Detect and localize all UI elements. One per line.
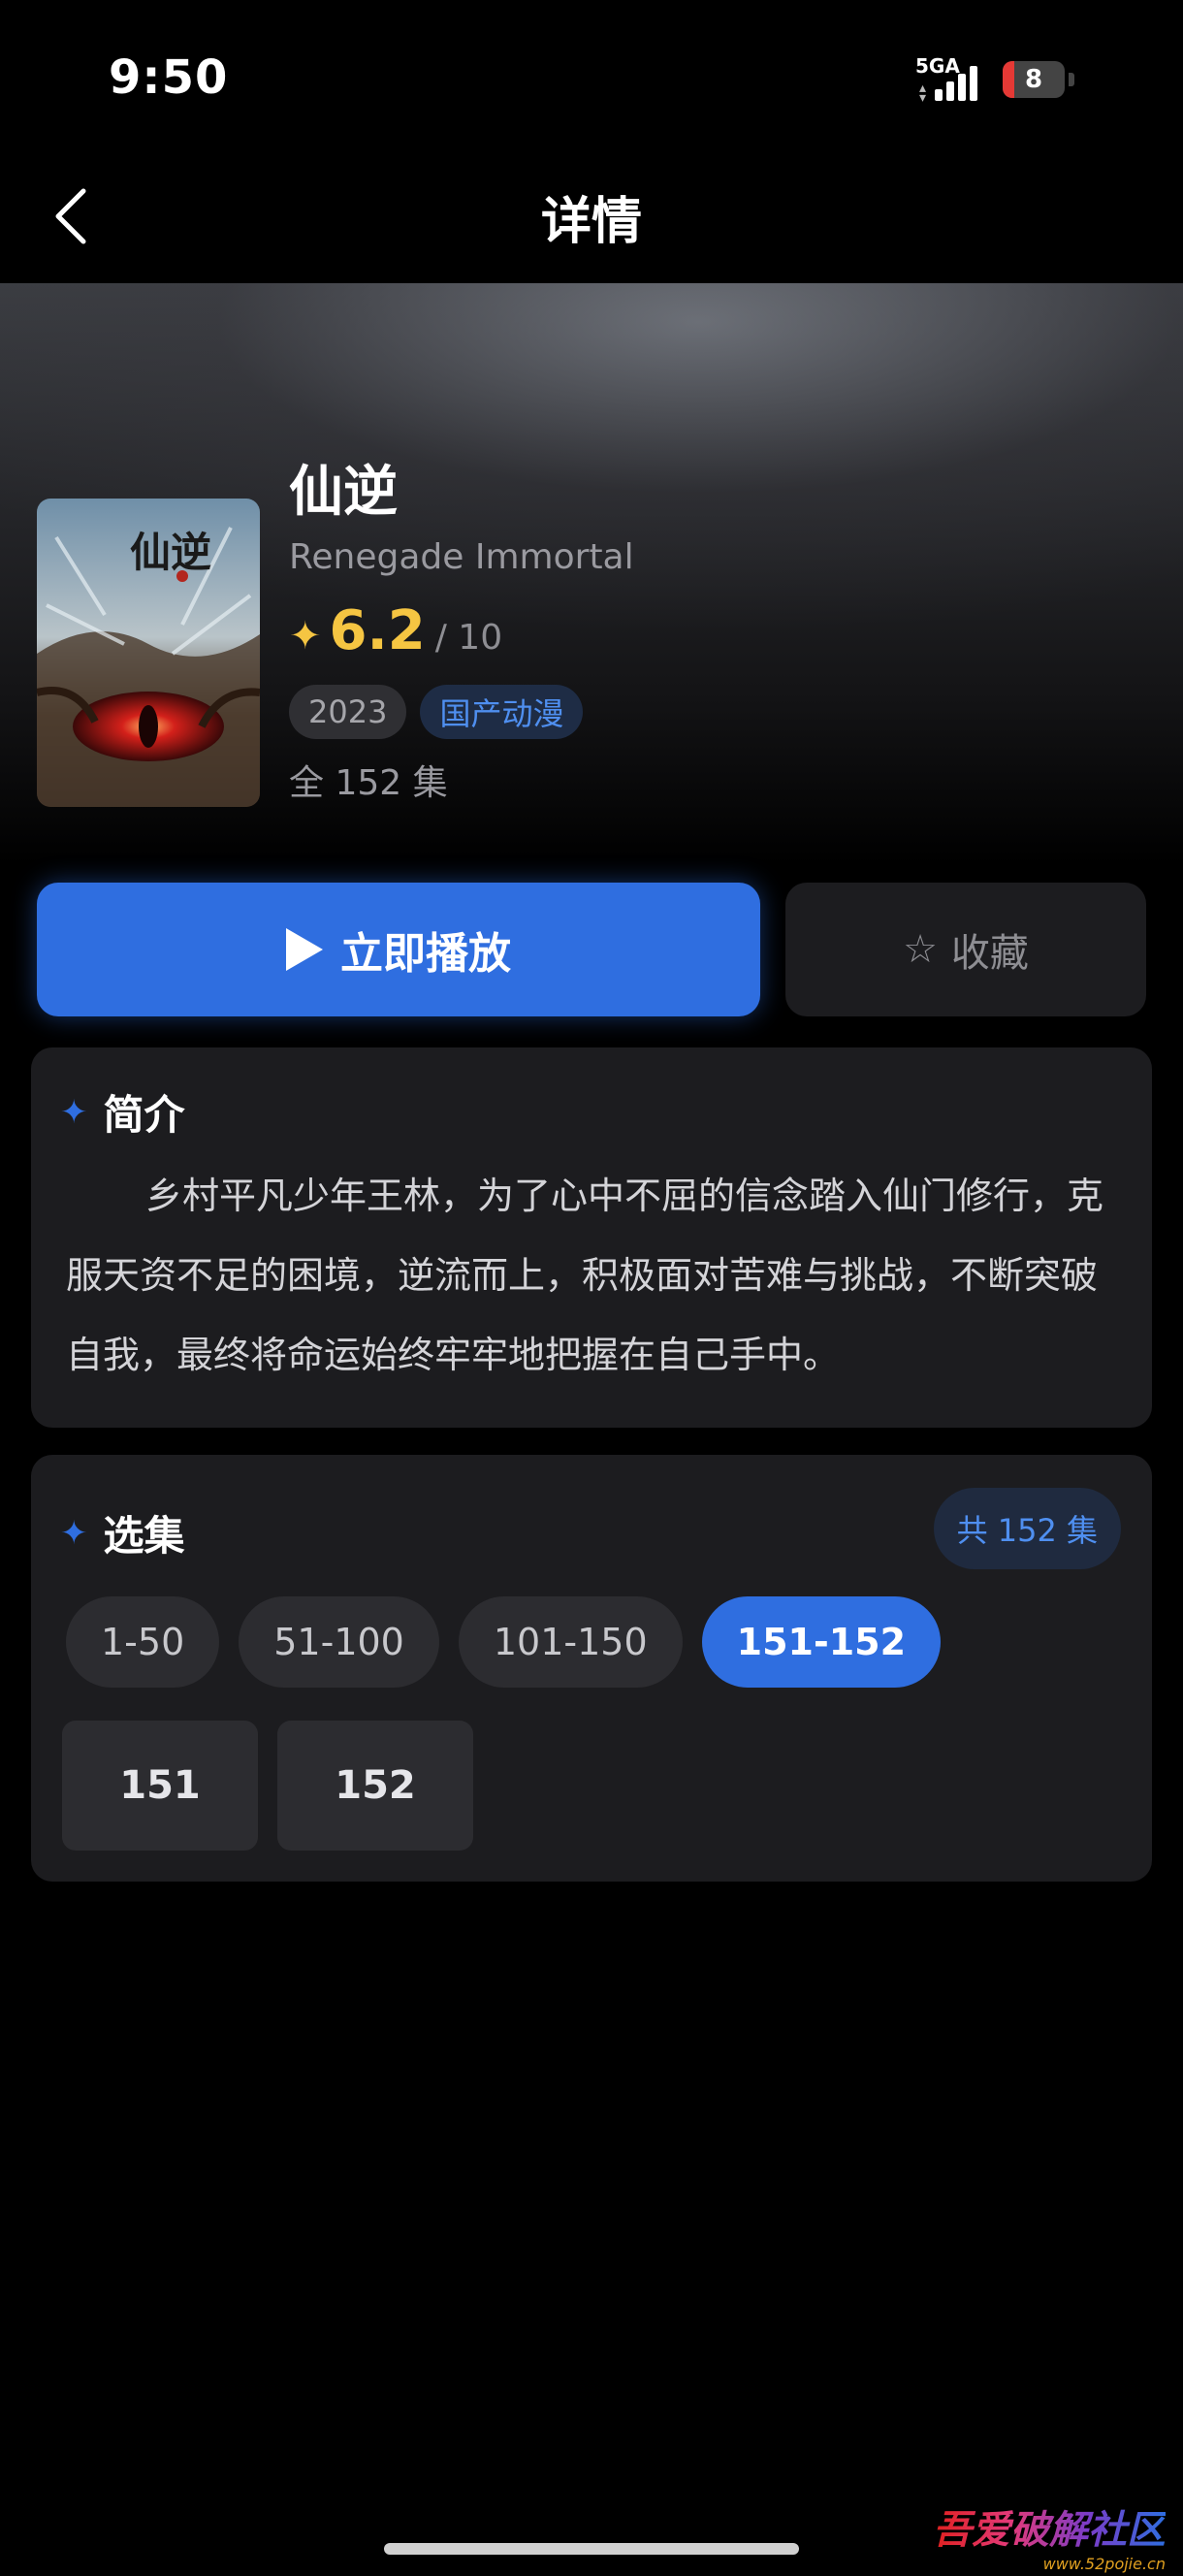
intro-heading: 简介 [103,1091,185,1139]
page-title: 详情 [540,193,642,251]
battery-tip [1069,73,1074,86]
home-indicator[interactable] [384,2543,799,2555]
rating: ✦ 6.2 / 10 [289,599,502,662]
rating-score: 6.2 [329,599,426,662]
signal-bars-icon: 5GA ▴ ▾ [915,54,989,105]
episodes-heading: 选集 [103,1512,185,1560]
tag-genre[interactable]: 国产动漫 [420,685,584,739]
watermark-url: www.52pojie.cn [1042,2555,1166,2573]
range-tab[interactable]: 1-50 [66,1596,220,1688]
favorite-button[interactable]: ☆ 收藏 [785,883,1146,1016]
sparkle-icon: ✦ [60,1513,88,1553]
status-time: 9:50 [109,50,229,105]
total-episodes: 全 152 集 [289,763,448,803]
intro-heading-row: ✦ 简介 [60,1082,185,1142]
range-tab-selected[interactable]: 151-152 [701,1596,942,1688]
episode-button[interactable]: 151 [62,1721,258,1851]
favorite-label: 收藏 [950,931,1029,976]
watermark-text: 吾爱破解社区 [933,2498,1166,2555]
status-indicators: 5GA ▴ ▾ 8 [915,54,1074,105]
range-tab[interactable]: 51-100 [239,1596,439,1688]
play-button[interactable]: 立即播放 [37,883,760,1016]
battery-icon: 8 [1003,61,1065,98]
episodes-card: ✦ 选集 共 152 集 1-50 51-100 101-150 151-152… [31,1455,1152,1882]
tag-list: 2023 国产动漫 [289,685,584,739]
poster-image[interactable]: 仙逆 [37,499,260,807]
episodes-heading-row: ✦ 选集 [60,1503,185,1562]
episode-list: 151 152 [62,1721,473,1851]
episode-button[interactable]: 152 [277,1721,473,1851]
rating-max: / 10 [434,618,503,658]
play-label: 立即播放 [340,929,511,979]
chevron-left-icon [55,188,86,244]
star-outline-icon: ☆ [903,927,938,972]
range-tab[interactable]: 101-150 [458,1596,683,1688]
sparkle-icon: ✦ [60,1092,88,1132]
data-arrows-icon: ▴ ▾ [919,80,927,106]
tag-year: 2023 [289,685,407,739]
show-title: 仙逆 [289,461,398,524]
back-button[interactable] [45,182,97,250]
star-icon: ✦ [289,614,322,659]
poster-title: 仙逆 [130,529,211,576]
intro-text[interactable]: 乡村平凡少年王林，为了心中不屈的信念踏入仙门修行，克服天资不足的困境，逆流而上，… [66,1156,1123,1395]
battery-level: 8 [1024,65,1043,94]
watermark: 吾爱破解社区 www.52pojie.cn [933,2498,1166,2573]
episode-range-tabs: 1-50 51-100 101-150 151-152 [66,1596,942,1688]
episode-count-badge: 共 152 集 [933,1488,1121,1569]
intro-card: ✦ 简介 乡村平凡少年王林，为了心中不屈的信念踏入仙门修行，克服天资不足的困境，… [31,1047,1152,1428]
play-icon [286,928,323,971]
show-subtitle: Renegade Immortal [289,537,634,577]
